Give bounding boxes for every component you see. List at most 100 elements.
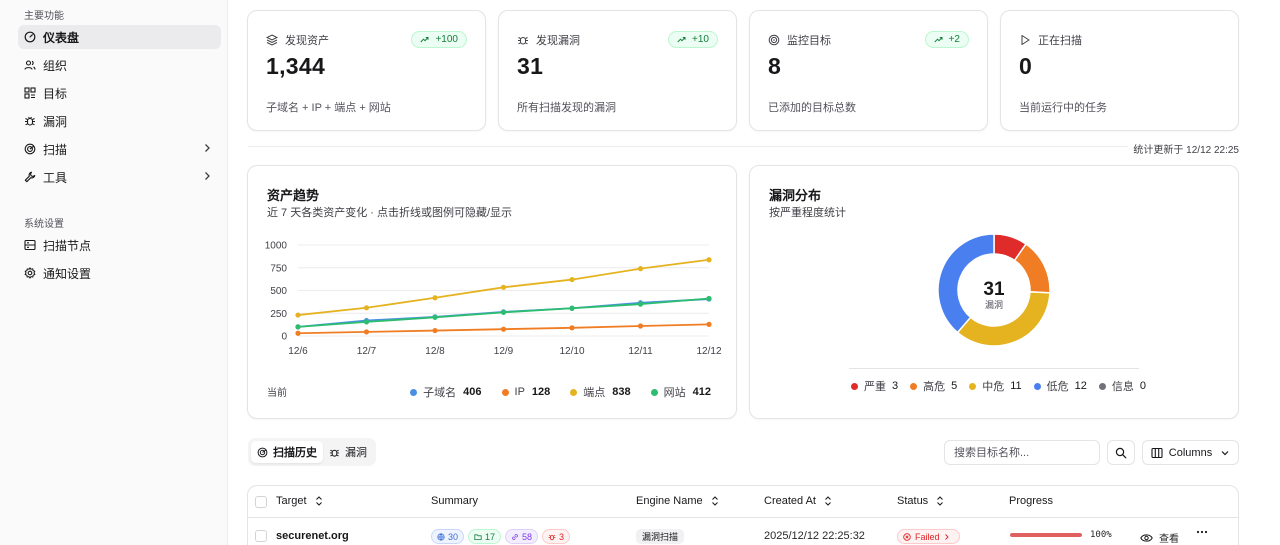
legend-item[interactable]: 信息 0 [1098, 378, 1146, 394]
data-point[interactable] [706, 295, 712, 302]
legend-dot [969, 382, 977, 390]
sidebar-item-scans[interactable]: 扫描 [18, 137, 221, 161]
tab-scan-history[interactable]: 扫描历史 [251, 441, 323, 463]
summary-pill[interactable]: 30 [431, 529, 465, 544]
view-button[interactable]: 查看 [1140, 530, 1179, 545]
data-point[interactable] [363, 319, 370, 325]
data-point[interactable] [706, 321, 712, 327]
data-point[interactable] [432, 327, 438, 334]
table-header: Target Summary Engine Name Created At St… [248, 486, 1238, 518]
legend-dot [570, 388, 578, 396]
legend-label: 高危 [923, 381, 946, 393]
stats-updated-time: 统计更新于 12/12 22:25 [1133, 145, 1239, 156]
trend-badge: +10 [668, 31, 718, 48]
legend-item[interactable]: 中危 11 [969, 378, 1022, 394]
column-header-created-at[interactable]: Created At [764, 495, 832, 507]
legend-item[interactable]: 高危 5 [910, 378, 957, 394]
sidebar-item-targets[interactable]: 目标 [18, 81, 221, 105]
asset-trend-subtitle: 近 7 天各类资产变化 · 点击折线或图例可隐藏/显示 [267, 207, 513, 219]
data-point[interactable] [706, 257, 712, 263]
column-header-target[interactable]: Target [276, 495, 323, 507]
server-icon [24, 239, 36, 251]
progress-bar [1010, 533, 1082, 537]
data-point[interactable] [500, 326, 507, 332]
search-input[interactable] [944, 440, 1100, 465]
row-target[interactable]: securenet.org [276, 530, 349, 542]
table-row[interactable]: securenet.org 30 17 58 3 漏洞扫描 2025/12/12 22… [248, 518, 1238, 545]
sort-icon [711, 496, 718, 506]
data-point[interactable] [432, 314, 438, 320]
row-progress: 100% [1010, 530, 1112, 540]
data-point[interactable] [569, 325, 575, 331]
current-label: 当前 [267, 388, 287, 399]
legend-item[interactable]: 低危 12 [1033, 378, 1087, 394]
sidebar-item-label: 扫描节点 [43, 238, 92, 253]
row-checkbox[interactable] [255, 530, 267, 542]
summary-pill[interactable]: 3 [542, 529, 571, 544]
legend-item[interactable]: 端点 838 [570, 384, 631, 400]
search-button[interactable] [1107, 440, 1135, 465]
legend-item[interactable]: 子域名 406 [410, 384, 482, 400]
legend-item[interactable]: IP 128 [501, 386, 550, 398]
data-point[interactable] [295, 324, 301, 330]
columns-button[interactable]: Columns [1142, 440, 1239, 465]
data-point[interactable] [363, 329, 370, 335]
data-point[interactable] [569, 305, 575, 311]
summary-pill[interactable]: 17 [468, 529, 502, 544]
sidebar-item-dashboard[interactable]: 仪表盘 [18, 25, 221, 49]
y-tick-label: 250 [270, 309, 287, 320]
play-icon [1019, 34, 1031, 46]
sidebar-item-notification-settings[interactable]: 通知设置 [18, 261, 221, 285]
data-point[interactable] [637, 266, 644, 272]
data-point[interactable] [637, 323, 644, 329]
data-point[interactable] [637, 301, 644, 307]
scan-history-table: Target Summary Engine Name Created At St… [247, 485, 1239, 545]
legend-label: 中危 [982, 381, 1005, 393]
column-header-status[interactable]: Status [897, 495, 944, 507]
data-point[interactable] [500, 284, 507, 290]
stat-description: 已添加的目标总数 [768, 102, 856, 114]
legend-dot [410, 388, 418, 396]
summary-pill[interactable]: 58 [505, 529, 539, 544]
sidebar-item-organizations[interactable]: 组织 [18, 53, 221, 77]
column-header-label: Engine Name [636, 495, 703, 507]
data-point[interactable] [569, 276, 575, 283]
legend-item[interactable]: 严重 3 [851, 378, 898, 394]
sidebar-item-label: 漏洞 [43, 114, 68, 129]
columns-icon [1151, 447, 1163, 458]
trend-badge-value: +100 [435, 34, 458, 45]
tab-vulnerabilities[interactable]: 漏洞 [323, 441, 373, 463]
vuln-dist-legend: 严重 3 高危 5 中危 11 低危 12 信息 0 [831, 378, 1146, 394]
asset-trend-chart[interactable]: 0 250 500 750 1000 12/6 12/7 12/8 12/9 12/10 12/11… [248, 231, 736, 401]
trend-up-icon [934, 37, 943, 43]
data-point[interactable] [500, 309, 507, 315]
legend-dot [501, 388, 509, 396]
progress-fill [1010, 533, 1082, 537]
columns-label: Columns [1168, 446, 1213, 459]
status-badge[interactable]: Failed [897, 529, 960, 544]
column-header-engine[interactable]: Engine Name [636, 495, 719, 507]
data-point[interactable] [295, 312, 301, 318]
data-point[interactable] [295, 330, 301, 336]
asset-trend-title: 资产趋势 [267, 188, 320, 203]
row-more-button[interactable] [1196, 530, 1208, 534]
column-header-label: Summary [431, 495, 479, 507]
vuln-donut-chart[interactable]: 31漏洞 [750, 226, 1238, 376]
legend-label: 严重 [864, 381, 886, 393]
data-point[interactable] [363, 305, 370, 311]
bug-icon [517, 34, 529, 46]
sidebar-item-scan-nodes[interactable]: 扫描节点 [18, 233, 221, 257]
sidebar-item-label: 扫描 [43, 142, 68, 157]
column-header-label: Target [276, 495, 307, 507]
row-status[interactable]: Failed [897, 529, 960, 544]
sidebar-item-vulnerabilities[interactable]: 漏洞 [18, 109, 221, 133]
legend-item[interactable]: 网站 412 [650, 384, 711, 400]
sidebar-item-label: 目标 [43, 86, 68, 101]
data-point[interactable] [432, 295, 438, 301]
select-all-checkbox[interactable] [255, 496, 267, 508]
legend-dot [650, 388, 658, 396]
summary-pill-value: 3 [559, 531, 565, 542]
sidebar-item-tools[interactable]: 工具 [18, 165, 221, 189]
stat-title-label: 发现漏洞 [536, 35, 580, 47]
legend-label: 子域名 [423, 387, 457, 399]
